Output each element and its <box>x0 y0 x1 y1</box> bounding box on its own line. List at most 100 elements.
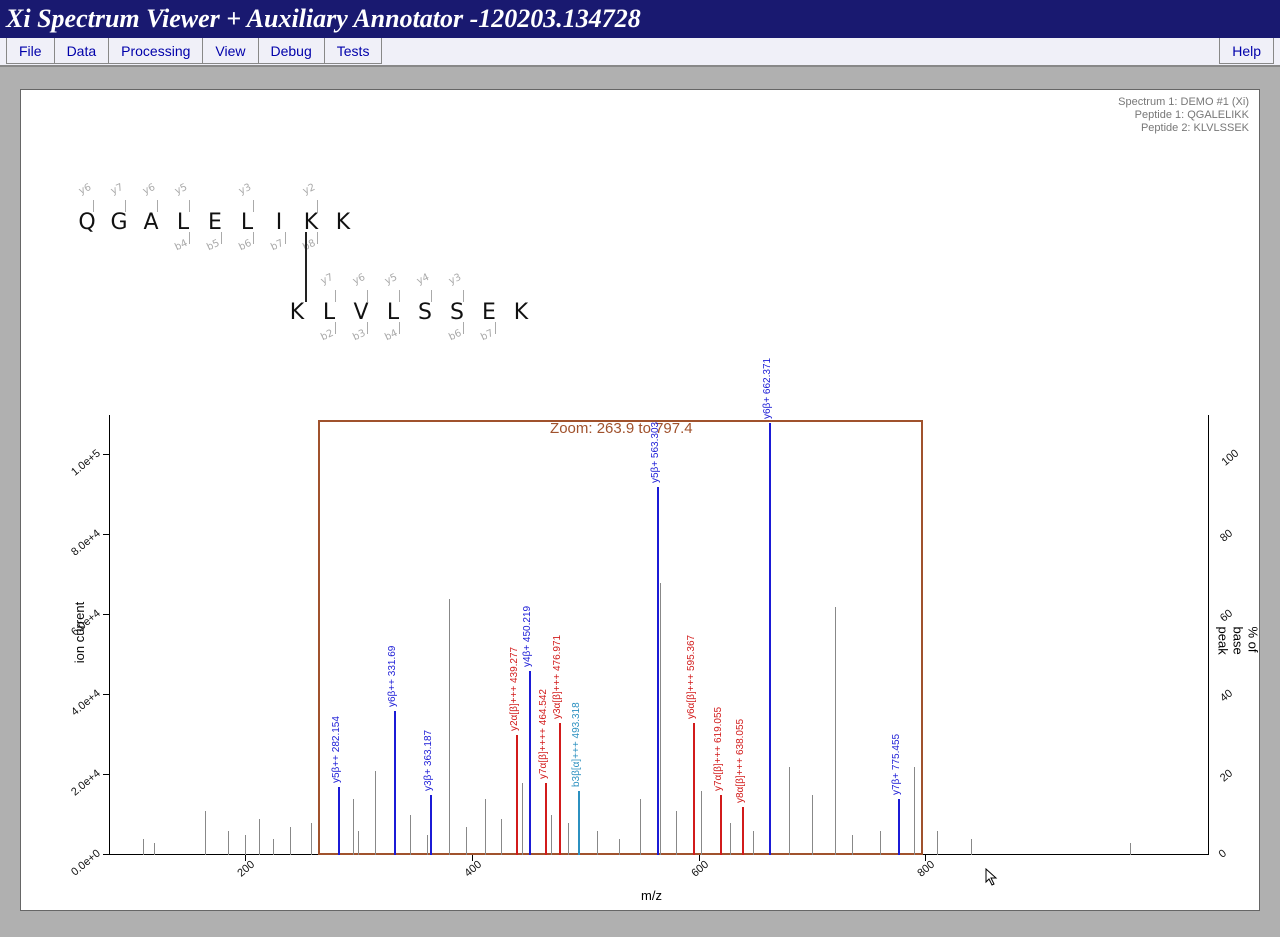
pep1-bfrag-b8: b8 <box>301 238 317 253</box>
peak-y2α[β]+++ <box>516 735 518 855</box>
pep1-yfrag-y2: y2 <box>301 182 317 197</box>
peak-y5β++ <box>338 787 340 855</box>
y-axis-left <box>109 415 110 855</box>
menu-file[interactable]: File <box>6 38 55 64</box>
peak-unannot-12 <box>410 815 411 855</box>
peak-y6α[β]+++ <box>693 723 695 855</box>
peak-unannot-5 <box>259 819 260 855</box>
window-title: Xi Spectrum Viewer + Auxiliary Annotator… <box>0 0 1280 38</box>
peptide-diagram: QGALELIKKy6y7y6y5y3y2b4b5b6b7b8 KLVLSSEK… <box>71 175 571 425</box>
peak-label-y7α[β]++++: y7α[β]++++ 464.542 <box>538 689 549 779</box>
zoom-selection <box>318 420 923 855</box>
peak-label-y4β+: y4β+ 450.219 <box>522 606 533 667</box>
pep1-yfrag-y7: y7 <box>109 182 125 197</box>
peak-label-b3β[α]+++: b3β[α]+++ 493.318 <box>571 702 582 787</box>
menu-processing[interactable]: Processing <box>108 38 203 64</box>
pep1-bfrag-b5: b5 <box>205 238 221 253</box>
ytick-left-0: 0.0e+0 <box>69 847 103 878</box>
ytick-left-1: 2.0e+4 <box>69 767 103 798</box>
x-axis-label: m/z <box>641 888 662 903</box>
pep2-res-2: V <box>345 300 377 325</box>
pep1-res-8: K <box>327 210 359 235</box>
pep1-res-0: Q <box>71 210 103 235</box>
peak-unannot-22 <box>619 839 620 855</box>
peak-unannot-20 <box>568 823 569 855</box>
xtick-600: 600 <box>689 859 711 880</box>
peak-label-y7α[β]+++: y7α[β]+++ 619.055 <box>713 707 724 791</box>
peak-unannot-9 <box>353 799 354 855</box>
pep1-res-7: K <box>295 210 327 235</box>
ytick-right-2: 40 <box>1218 687 1235 704</box>
peak-unannot-1 <box>154 843 155 855</box>
menu-help[interactable]: Help <box>1219 38 1274 64</box>
peak-y7α[β]+++ <box>720 795 722 855</box>
pep2-yfrag-y4: y4 <box>415 272 431 287</box>
peak-unannot-19 <box>551 815 552 855</box>
xtick-200: 200 <box>235 859 257 880</box>
pep1-yfrag-y6: y6 <box>77 182 93 197</box>
pep1-bfrag-b4: b4 <box>173 238 189 253</box>
peak-unannot-36 <box>971 839 972 855</box>
y-axis-label-left: ion current <box>72 602 87 663</box>
menu-data[interactable]: Data <box>54 38 110 64</box>
zoom-label: Zoom: 263.9 to 797.4 <box>550 420 693 437</box>
peak-unannot-30 <box>812 795 813 855</box>
peak-unannot-18 <box>522 783 523 855</box>
peak-unannot-27 <box>730 823 731 855</box>
peptide1-row: QGALELIKKy6y7y6y5y3y2b4b5b6b7b8 <box>71 210 359 235</box>
pep1-yfrag-y6: y6 <box>141 182 157 197</box>
peak-unannot-29 <box>789 767 790 855</box>
pep1-res-3: L <box>167 210 199 235</box>
cursor-icon <box>985 868 999 886</box>
peak-y4β+ <box>529 671 531 855</box>
ytick-right-4: 80 <box>1218 527 1235 544</box>
pep1-bfrag-b6: b6 <box>237 238 253 253</box>
peak-unannot-16 <box>485 799 486 855</box>
ytick-left-4: 8.0e+4 <box>69 527 103 558</box>
info-panel: Spectrum 1: DEMO #1 (Xi) Peptide 1: QGAL… <box>1118 96 1249 136</box>
peak-y3β+ <box>430 795 432 855</box>
peak-unannot-13 <box>427 835 428 855</box>
peak-unannot-31 <box>835 607 836 855</box>
peak-unannot-21 <box>597 831 598 855</box>
peak-label-y5β+: y5β+ 563.303 <box>650 422 661 483</box>
pep2-res-6: E <box>473 300 505 325</box>
xtick-400: 400 <box>462 859 484 880</box>
menu-debug[interactable]: Debug <box>258 38 325 64</box>
peak-unannot-8 <box>311 823 312 855</box>
menu-bar: File Data Processing View Debug Tests He… <box>0 38 1280 67</box>
peak-label-y6β++: y6β++ 331.69 <box>387 646 398 707</box>
pep2-yfrag-y7: y7 <box>319 272 335 287</box>
peak-unannot-32 <box>852 835 853 855</box>
spectrum-plot[interactable]: Zoom: 263.9 to 797.4 2004006008000.0e+02… <box>109 415 1209 855</box>
peak-y8α[β]+++ <box>742 807 744 855</box>
peak-unannot-2 <box>205 811 206 855</box>
peak-unannot-25 <box>676 811 677 855</box>
peak-label-y3α[β]+++: y3α[β]+++ 476.971 <box>552 635 563 719</box>
info-pep2: Peptide 2: KLVLSSEK <box>1118 122 1249 135</box>
peak-y7β+ <box>898 799 900 855</box>
crosslink-line <box>305 232 307 302</box>
peak-unannot-28 <box>753 831 754 855</box>
peak-y6β+ <box>769 423 771 855</box>
peak-unannot-6 <box>273 839 274 855</box>
spectrum-canvas[interactable]: Spectrum 1: DEMO #1 (Xi) Peptide 1: QGAL… <box>20 89 1260 911</box>
ytick-right-5: 100 <box>1219 447 1241 468</box>
pep2-bfrag-b6: b6 <box>447 328 463 343</box>
peak-unannot-14 <box>449 599 450 855</box>
menu-tests[interactable]: Tests <box>324 38 383 64</box>
pep1-res-4: E <box>199 210 231 235</box>
menu-view[interactable]: View <box>202 38 258 64</box>
info-pep1: Peptide 1: QGALELIKK <box>1118 109 1249 122</box>
ytick-left-5: 1.0e+5 <box>69 447 103 478</box>
peak-unannot-17 <box>501 819 502 855</box>
peak-y3α[β]+++ <box>559 723 561 855</box>
peak-y7α[β]++++ <box>545 783 547 855</box>
info-spectrum: Spectrum 1: DEMO #1 (Xi) <box>1118 96 1249 109</box>
pep1-res-6: I <box>263 210 295 235</box>
peak-unannot-3 <box>228 831 229 855</box>
pep2-yfrag-y6: y6 <box>351 272 367 287</box>
pep1-yfrag-y3: y3 <box>237 182 253 197</box>
pep2-res-0: K <box>281 300 313 325</box>
pep2-yfrag-y5: y5 <box>383 272 399 287</box>
